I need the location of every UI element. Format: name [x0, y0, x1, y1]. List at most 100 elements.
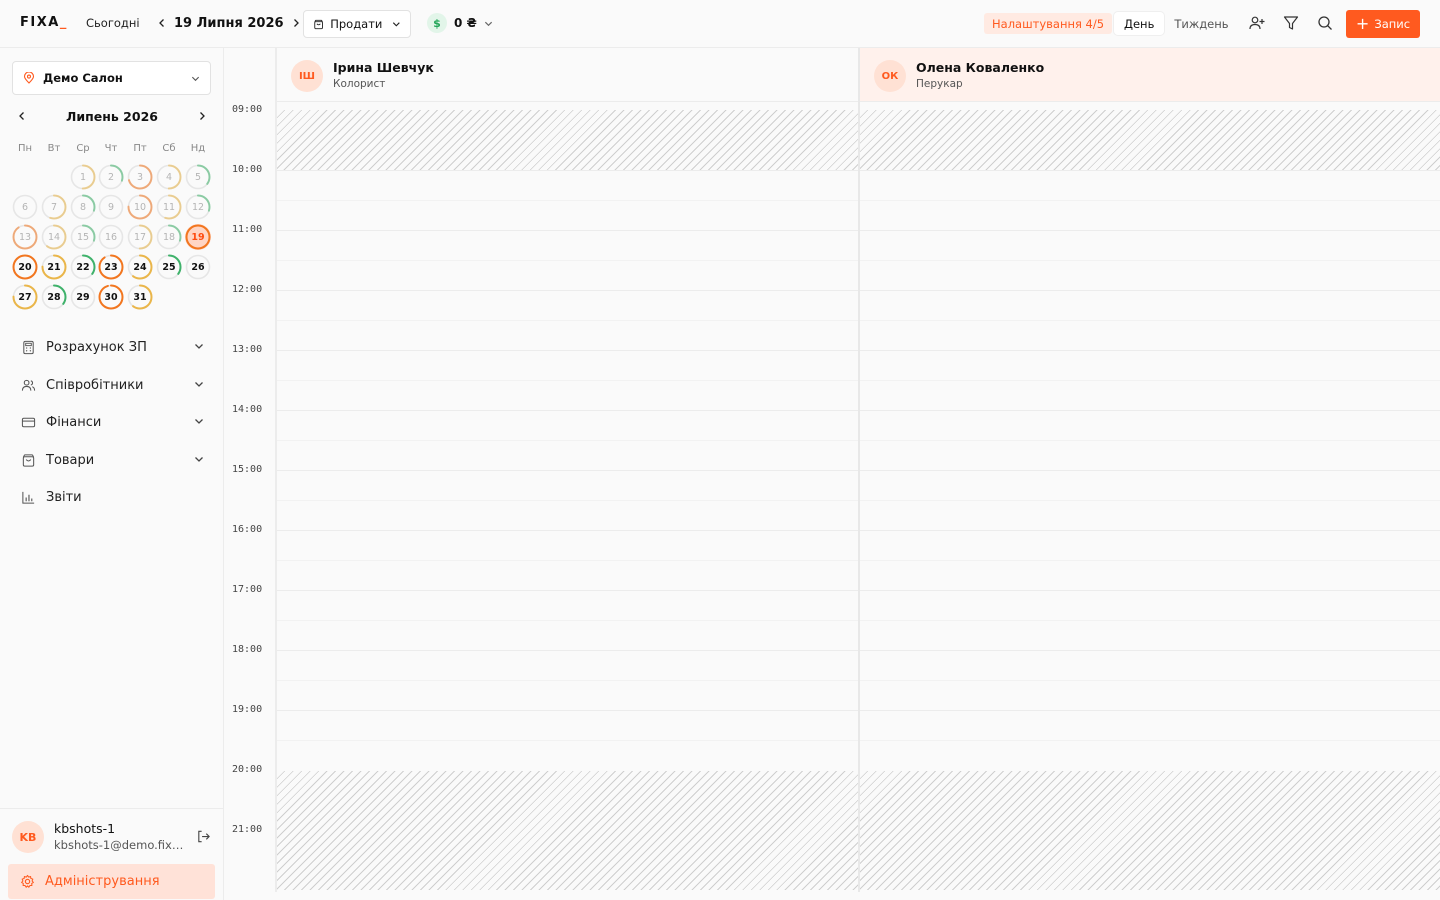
calendar-day[interactable]: 28	[41, 284, 67, 310]
calendar-day[interactable]: 25	[156, 254, 182, 280]
sidebar-item-products[interactable]: Товари	[20, 448, 204, 472]
calendar-day[interactable]: 14	[41, 224, 67, 250]
calendar-day-number: 8	[79, 201, 87, 213]
calendar-day-number: 17	[133, 231, 147, 243]
calendar-day[interactable]: 6	[12, 194, 38, 220]
calendar-day-today[interactable]: 19	[185, 224, 211, 250]
hour-gridline	[277, 170, 858, 171]
hour-gridline	[860, 350, 1440, 351]
calendar-day[interactable]: 9	[98, 194, 124, 220]
calendar-day[interactable]: 7	[41, 194, 67, 220]
chevron-down-icon	[194, 340, 204, 355]
sell-button[interactable]: Продати	[303, 10, 411, 38]
user-name: kbshots-1	[54, 821, 116, 836]
calendar-day[interactable]: 15	[70, 224, 96, 250]
calendar-day-number: 29	[76, 291, 90, 303]
sidebar-item-employees[interactable]: Співробітники	[20, 373, 204, 397]
sidebar-item-payroll[interactable]: Розрахунок ЗП	[20, 335, 204, 359]
hour-gridline	[277, 410, 858, 411]
calendar-day[interactable]: 31	[127, 284, 153, 310]
off-hours-block	[277, 771, 858, 890]
admin-button[interactable]: Адміністрування	[8, 864, 215, 899]
prev-month-button[interactable]	[16, 106, 28, 126]
calendar-day[interactable]: 20	[12, 254, 38, 280]
add-client-button[interactable]	[1249, 15, 1267, 33]
half-hour-gridline	[277, 740, 858, 741]
top-bar: FIXA_ Сьогодні 19 Липня 2026 Продати $ 0…	[0, 0, 1440, 48]
half-hour-gridline	[860, 260, 1440, 261]
dollar-icon: $	[427, 13, 447, 33]
weekday-label: Ср	[76, 143, 90, 154]
calendar-day[interactable]: 5	[185, 164, 211, 190]
admin-label: Адміністрування	[45, 874, 160, 889]
half-hour-gridline	[277, 680, 858, 681]
view-day-button[interactable]: День	[1114, 12, 1165, 35]
calendar-day[interactable]: 22	[70, 254, 96, 280]
calendar-day[interactable]: 30	[98, 284, 124, 310]
salon-selector[interactable]: Демо Салон	[12, 61, 211, 95]
calculator-icon	[20, 339, 36, 355]
half-hour-gridline	[860, 680, 1440, 681]
calendar-day[interactable]: 3	[127, 164, 153, 190]
cash-balance[interactable]: $ 0 ₴	[427, 13, 493, 33]
search-button[interactable]	[1317, 15, 1335, 33]
weekday-label: Чт	[104, 143, 118, 154]
calendar-day[interactable]: 13	[12, 224, 38, 250]
calendar-day[interactable]: 29	[70, 284, 96, 310]
filter-button[interactable]	[1283, 15, 1301, 33]
calendar-day[interactable]: 16	[98, 224, 124, 250]
logout-button[interactable]	[196, 829, 212, 845]
sidebar-item-label: Товари	[46, 452, 95, 468]
user-avatar[interactable]: KB	[12, 821, 44, 853]
today-button[interactable]: Сьогодні	[86, 16, 140, 30]
view-week-button[interactable]: Тиждень	[1164, 12, 1238, 35]
calendar-day[interactable]: 24	[127, 254, 153, 280]
calendar-day[interactable]: 1	[70, 164, 96, 190]
next-day-button[interactable]	[290, 13, 302, 33]
half-hour-gridline	[277, 500, 858, 501]
calendar-day[interactable]: 12	[185, 194, 211, 220]
card-icon	[20, 414, 36, 430]
gear-icon	[21, 874, 34, 888]
calendar-day[interactable]: 23	[98, 254, 124, 280]
weekday-label: Сб	[162, 143, 176, 154]
calendar-day[interactable]: 8	[70, 194, 96, 220]
calendar-day-number: 21	[47, 261, 61, 273]
calendar-day[interactable]: 10	[127, 194, 153, 220]
calendar-day[interactable]: 27	[12, 284, 38, 310]
calendar-day[interactable]: 21	[41, 254, 67, 280]
chevron-right-icon	[293, 19, 299, 27]
hour-gridline	[860, 590, 1440, 591]
staff-schedule-column[interactable]	[860, 110, 1440, 890]
setup-progress-badge[interactable]: Налаштування 4/5	[984, 13, 1113, 34]
calendar-day[interactable]: 18	[156, 224, 182, 250]
user-panel: KB kbshots-1 kbshots-1@demo.fixa.app	[0, 808, 223, 862]
prev-day-button[interactable]	[156, 13, 168, 33]
filter-icon	[1283, 16, 1299, 30]
calendar-day[interactable]: 11	[156, 194, 182, 220]
calendar-day-number: 5	[194, 171, 202, 183]
next-month-button[interactable]	[196, 106, 208, 126]
calendar-day-number: 31	[133, 291, 147, 303]
calendar-day[interactable]: 17	[127, 224, 153, 250]
user-plus-icon	[1249, 16, 1265, 30]
chevron-down-icon	[194, 453, 204, 468]
staff-header[interactable]: ОК Олена Коваленко Перукар	[860, 48, 1440, 102]
staff-schedule-column[interactable]	[277, 110, 858, 890]
add-appointment-button[interactable]: + Запис	[1346, 10, 1420, 38]
calendar-day[interactable]: 2	[98, 164, 124, 190]
hour-gridline	[860, 650, 1440, 651]
staff-header[interactable]: ІШ Ірина Шевчук Колорист	[277, 48, 858, 102]
sidebar-item-finance[interactable]: Фінанси	[20, 410, 204, 434]
sidebar-item-label: Співробітники	[46, 377, 144, 393]
calendar-day[interactable]: 26	[185, 254, 211, 280]
hour-label: 10:00	[232, 164, 263, 175]
calendar-day[interactable]: 4	[156, 164, 182, 190]
calendar-day-number: 9	[107, 201, 115, 213]
half-hour-gridline	[860, 560, 1440, 561]
calendar-day-number: 22	[76, 261, 90, 273]
sidebar-item-reports[interactable]: Звіти	[20, 485, 204, 509]
calendar-day-number: 18	[162, 231, 176, 243]
logo[interactable]: FIXA_	[20, 15, 68, 30]
half-hour-gridline	[277, 320, 858, 321]
